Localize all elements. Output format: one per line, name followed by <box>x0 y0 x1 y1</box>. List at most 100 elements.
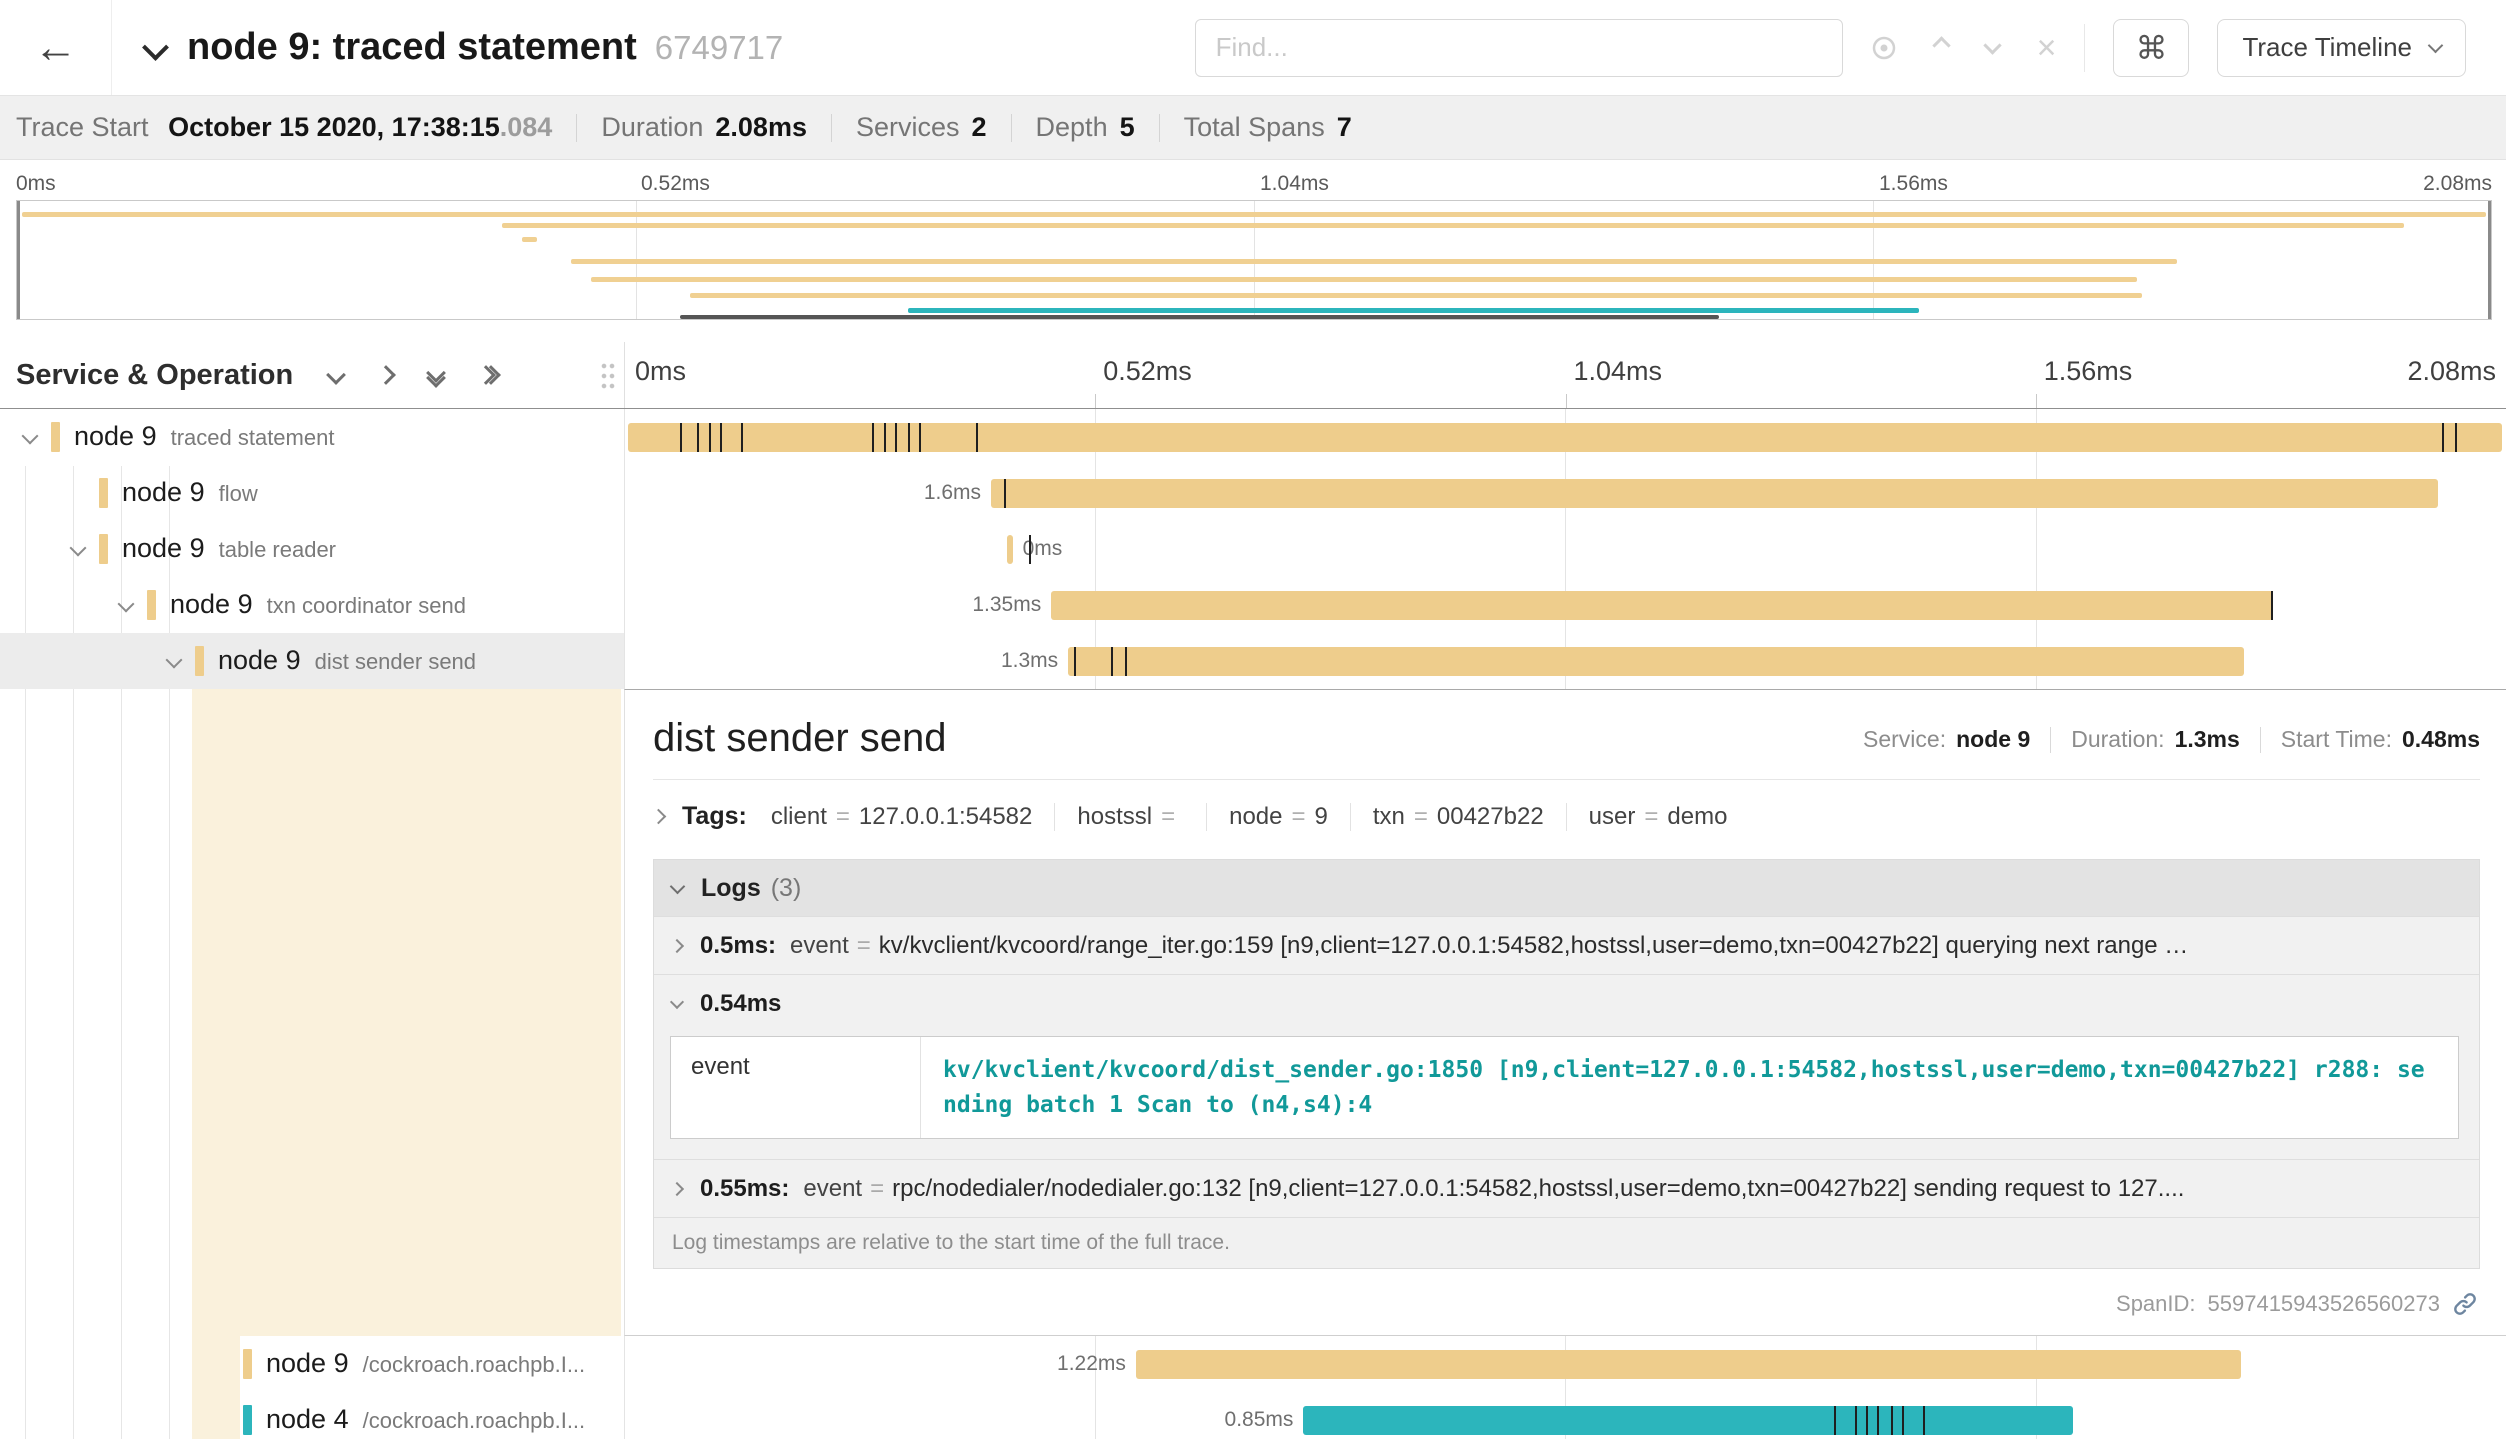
minimap-left-handle[interactable] <box>17 201 20 319</box>
back-button[interactable]: ← <box>0 0 112 95</box>
ruler-tick-label: 1.56ms <box>2036 356 2133 387</box>
log-fields-table: event kv/kvclient/kvcoord/dist_sender.go… <box>670 1036 2459 1139</box>
trace-view-selector[interactable]: Trace Timeline <box>2217 19 2466 77</box>
target-icon[interactable] <box>1871 35 1897 61</box>
span-operation: dist sender send <box>315 649 476 674</box>
log-field-key: event <box>671 1037 921 1138</box>
span-operation: /cockroach.roachpb.I... <box>363 1352 586 1377</box>
trace-header-collapse-chevron-icon[interactable] <box>146 38 165 57</box>
log-entry[interactable]: 0.5ms: event=kv/kvclient/kvcoord/range_i… <box>654 916 2479 974</box>
span-color-bar <box>243 1405 252 1435</box>
tag-value: 9 <box>1315 803 1328 831</box>
trace-page-header: ← node 9: traced statement 6749717 × ⌘ T… <box>0 0 2506 96</box>
span-row-selected[interactable]: node 9dist sender send 1.3ms <box>0 633 2506 689</box>
chevron-right-icon <box>651 809 667 825</box>
ruler-tick-label: 0ms <box>16 172 56 196</box>
timeline-header: Service & Operation 0ms 0.52ms 1.04ms 1.… <box>0 342 2506 409</box>
trace-timeline-rows: node 9traced statement node 9flow 1.6ms … <box>0 409 2506 1439</box>
trace-summary-bar: Trace Start October 15 2020, 17:38:15.08… <box>0 96 2506 160</box>
tag-key: txn <box>1373 803 1405 831</box>
span-tag: txn=00427b22 <box>1373 803 1567 831</box>
span-row[interactable]: node 9flow 1.6ms <box>0 465 2506 521</box>
chevron-down-icon <box>2428 37 2444 53</box>
span-toggle-chevron-down-icon[interactable] <box>168 654 180 666</box>
header-separator <box>2084 24 2085 72</box>
keyboard-shortcuts-button[interactable]: ⌘ <box>2113 19 2189 77</box>
span-tag: user=demo <box>1589 803 1750 831</box>
span-operation: table reader <box>219 537 336 562</box>
logs-accordion-header[interactable]: Logs (3) <box>654 860 2479 916</box>
span-id: SpanID: 5597415943526560273 <box>2116 1291 2478 1317</box>
tag-value: 127.0.0.1:54582 <box>859 803 1033 831</box>
span-color-bar <box>195 646 204 676</box>
span-service: node 9 <box>122 477 205 507</box>
span-color-bar <box>99 478 108 508</box>
expand-one-chevron-right-icon[interactable] <box>379 368 393 382</box>
tag-value: demo <box>1667 803 1727 831</box>
trace-view-selector-label: Trace Timeline <box>2242 32 2412 63</box>
detail-span-meta: Service:node 9 Duration:1.3ms Start Time… <box>1863 726 2480 761</box>
deep-link-icon[interactable] <box>2452 1291 2478 1317</box>
chevron-right-icon <box>670 1181 684 1195</box>
service-operation-title: Service & Operation <box>16 359 293 392</box>
span-toggle-chevron-down-icon[interactable] <box>24 430 36 442</box>
ruler-tick-label: 1.04ms <box>1566 356 1663 387</box>
tag-key: node <box>1229 803 1282 831</box>
chevron-right-icon <box>670 938 684 952</box>
summary-duration: Duration2.08ms <box>601 112 807 143</box>
span-service: node 9 <box>170 589 253 619</box>
summary-trace-start: Trace Start October 15 2020, 17:38:15.08… <box>16 112 552 143</box>
span-toggle-chevron-down-icon[interactable] <box>72 542 84 554</box>
span-color-bar <box>147 590 156 620</box>
ruler-tick-label: 0.52ms <box>635 172 710 196</box>
span-detail-row: dist sender send Service:node 9 Duration… <box>0 689 2506 1336</box>
collapse-all-double-chevron-down-icon[interactable] <box>429 366 443 385</box>
chevron-down-icon <box>670 994 684 1008</box>
ruler-tick-label: 2.08ms <box>2423 172 2492 196</box>
ruler-tick-label: 0ms <box>635 356 686 387</box>
timeline-ruler: 0ms 0.52ms 1.04ms 1.56ms 2.08ms <box>624 342 2506 408</box>
span-tag: node=9 <box>1229 803 1351 831</box>
span-tag: hostssl= <box>1077 803 1207 831</box>
prev-match-chevron-up-icon[interactable] <box>1935 39 1948 57</box>
clear-search-icon[interactable]: × <box>2037 31 2057 65</box>
span-operation: traced statement <box>171 425 335 450</box>
span-row[interactable]: node 9table reader 0ms <box>0 521 2506 577</box>
span-row[interactable]: node 9txn coordinator send 1.35ms <box>0 577 2506 633</box>
log-field-value: kv/kvclient/kvcoord/dist_sender.go:1850 … <box>921 1037 2458 1138</box>
trace-minimap: 0ms 0.52ms 1.04ms 1.56ms 2.08ms <box>0 160 2506 320</box>
span-service: node 9 <box>122 533 205 563</box>
span-operation: flow <box>219 481 258 506</box>
expand-all-double-chevron-right-icon[interactable] <box>479 368 498 382</box>
span-operation: txn coordinator send <box>267 593 466 618</box>
chevron-down-icon <box>670 878 686 894</box>
span-row[interactable]: node 9traced statement <box>0 409 2506 465</box>
tags-accordion[interactable]: Tags: client=127.0.0.1:54582 hostssl= no… <box>653 802 2480 831</box>
minimap-right-handle[interactable] <box>2488 201 2491 319</box>
next-match-chevron-down-icon[interactable] <box>1986 39 1999 57</box>
log-entry-expanded[interactable]: 0.54ms <box>654 974 2479 1032</box>
span-service: node 9 <box>218 645 301 675</box>
span-detail-panel: dist sender send Service:node 9 Duration… <box>624 689 2506 1336</box>
minimap-ruler: 0ms 0.52ms 1.04ms 1.56ms 2.08ms <box>16 170 2492 198</box>
tag-key: client <box>771 803 827 831</box>
summary-total-spans: Total Spans7 <box>1184 112 1352 143</box>
summary-services: Services2 <box>856 112 987 143</box>
find-input[interactable] <box>1195 19 1843 77</box>
command-icon: ⌘ <box>2135 30 2167 66</box>
tag-value: 00427b22 <box>1437 803 1544 831</box>
collapse-one-chevron-down-icon[interactable] <box>329 368 343 382</box>
minimap-canvas[interactable] <box>16 200 2492 320</box>
service-operation-header: Service & Operation <box>0 342 624 408</box>
span-row[interactable]: node 9/cockroach.roachpb.I... 1.22ms <box>0 1336 2506 1392</box>
tag-key: user <box>1589 803 1636 831</box>
ruler-tick-label: 1.56ms <box>1873 172 1948 196</box>
log-entry[interactable]: 0.55ms: event=rpc/nodedialer/nodedialer.… <box>654 1159 2479 1217</box>
logs-section: Logs (3) 0.5ms: event=kv/kvclient/kvcoor… <box>653 859 2480 1269</box>
span-row[interactable]: node 4/cockroach.roachpb.I... 0.85ms <box>0 1392 2506 1439</box>
span-toggle-chevron-down-icon[interactable] <box>120 598 132 610</box>
tag-key: hostssl <box>1077 803 1152 831</box>
trace-id: 6749717 <box>655 29 783 67</box>
column-resizer-grip[interactable] <box>600 361 616 389</box>
ruler-tick-label: 0.52ms <box>1095 356 1192 387</box>
